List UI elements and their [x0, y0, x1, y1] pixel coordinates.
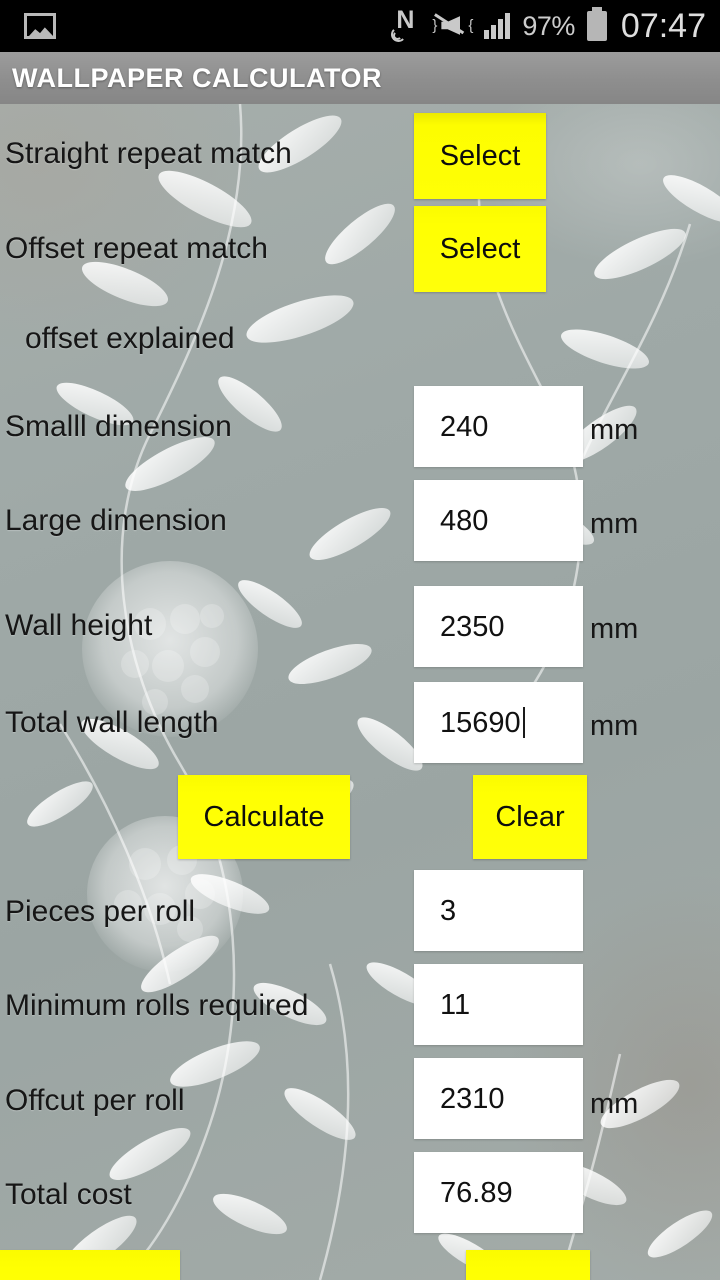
unit-total-wall-length: mm [590, 710, 639, 742]
app-title-bar: WALLPAPER CALCULATOR [0, 52, 720, 104]
status-bar-right: N } { 97% 07:47 [391, 6, 720, 46]
label-total-wall-length: Total wall length [5, 706, 219, 739]
select-button-offset-repeat[interactable]: Select [414, 206, 546, 292]
label-offcut-per-roll: Offcut per roll [5, 1084, 185, 1117]
input-small-dimension-value: 240 [440, 410, 489, 443]
output-minimum-rolls-required[interactable]: 11 [414, 964, 583, 1045]
label-minimum-rolls-required: Minimum rolls required [5, 989, 309, 1022]
text-cursor [522, 707, 525, 738]
status-bar: N } { 97% 07:47 [0, 0, 720, 52]
input-wall-height-value: 2350 [440, 610, 505, 643]
input-large-dimension-value: 480 [440, 504, 489, 537]
label-total-cost: Total cost [5, 1178, 132, 1211]
offset-explained-link[interactable]: offset explained [25, 322, 235, 356]
signal-bars-icon [484, 13, 511, 39]
battery-icon [586, 7, 607, 41]
unit-offcut-per-roll: mm [590, 1088, 639, 1120]
share-button[interactable]: Sh [0, 1250, 180, 1280]
select-button-straight-repeat[interactable]: Select [414, 113, 546, 199]
unit-small-dimension: mm [590, 414, 639, 446]
battery-percent: 97% [522, 10, 575, 41]
calculate-button[interactable]: Calculate [178, 775, 350, 859]
unit-wall-height: mm [590, 613, 639, 645]
label-pieces-per-roll: Pieces per roll [5, 895, 196, 928]
input-small-dimension[interactable]: 240 [414, 386, 583, 467]
photo-notification-icon [24, 13, 56, 39]
output-pieces-per-roll[interactable]: 3 [414, 870, 583, 951]
output-total-cost-value: 76.89 [440, 1176, 513, 1209]
print-button[interactable]: Pr [466, 1250, 590, 1280]
output-offcut-per-roll-value: 2310 [440, 1082, 505, 1115]
main-content: Straight repeat match Select Offset repe… [0, 104, 720, 1280]
label-large-dimension: Large dimension [5, 504, 227, 537]
output-minimum-rolls-required-value: 11 [440, 988, 471, 1021]
input-total-wall-length[interactable]: 15690 [414, 682, 583, 763]
status-bar-clock: 07:47 [620, 6, 706, 45]
unit-large-dimension: mm [590, 508, 639, 540]
output-total-cost[interactable]: 76.89 [414, 1152, 583, 1233]
status-bar-left [0, 13, 56, 39]
label-small-dimension: Smalll dimension [5, 410, 232, 443]
input-total-wall-length-value: 15690 [440, 706, 521, 739]
label-straight-repeat-match: Straight repeat match [5, 137, 292, 170]
output-offcut-per-roll[interactable]: 2310 [414, 1058, 583, 1139]
nfc-icon: N [391, 8, 420, 42]
label-wall-height: Wall height [5, 609, 153, 642]
label-offset-repeat-match: Offset repeat match [5, 232, 268, 265]
output-pieces-per-roll-value: 3 [440, 894, 457, 927]
mute-vibrate-icon: } { [432, 11, 473, 41]
clear-button[interactable]: Clear [473, 775, 587, 859]
input-large-dimension[interactable]: 480 [414, 480, 583, 561]
input-wall-height[interactable]: 2350 [414, 586, 583, 667]
page-title: WALLPAPER CALCULATOR [12, 62, 382, 93]
